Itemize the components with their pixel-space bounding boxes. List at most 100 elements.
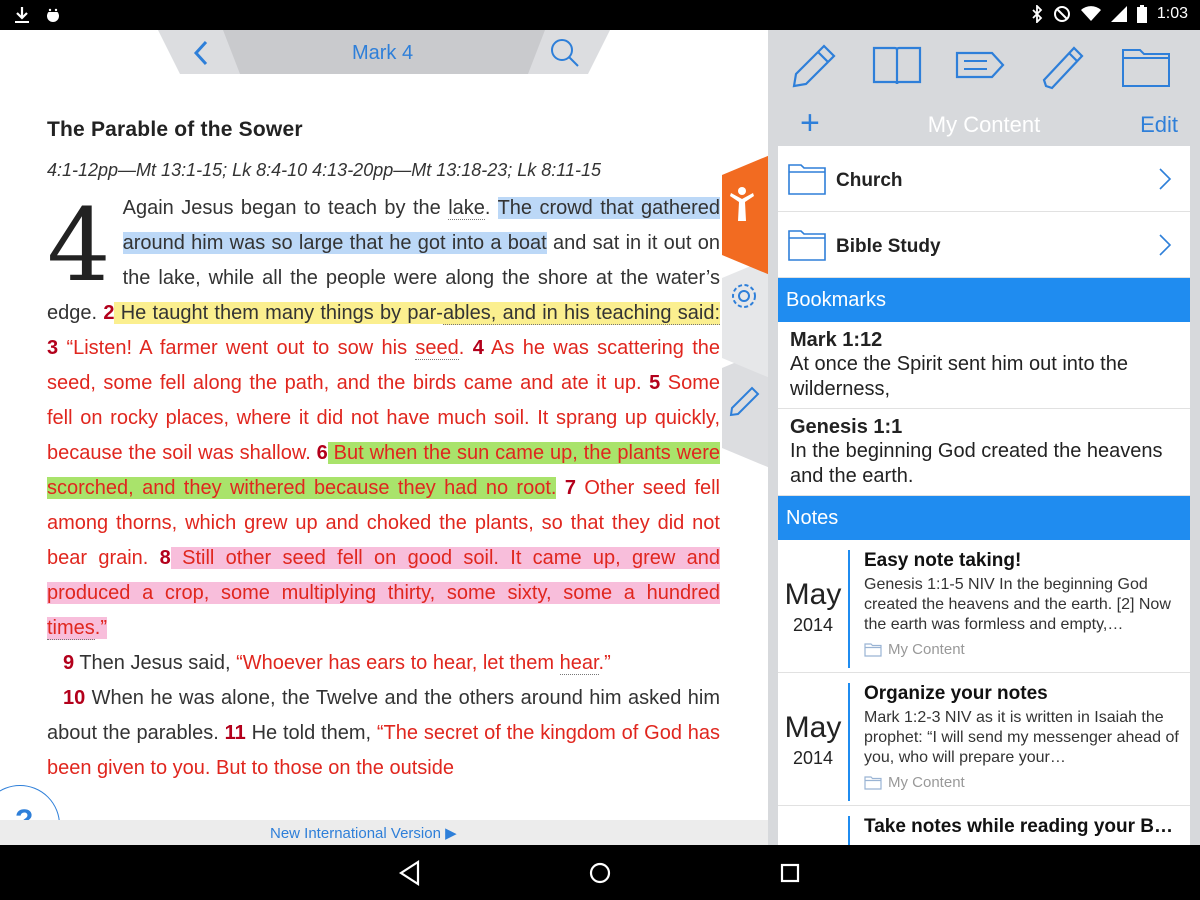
note-month: May — [784, 578, 842, 611]
bookmark-row[interactable]: Mark 1:12 At once the Spirit sent him ou… — [778, 322, 1190, 409]
pencil-icon[interactable] — [788, 40, 840, 90]
edit-button[interactable]: Edit — [1140, 112, 1178, 138]
section-heading: The Parable of the Sower — [47, 118, 303, 141]
verse-paragraph: 9 Then Jesus said, “Whoever has ears to … — [47, 646, 720, 681]
settings-tab[interactable] — [722, 258, 768, 378]
word-link[interactable]: lake — [448, 197, 485, 220]
panel-title: My Content — [927, 112, 1041, 137]
note-excerpt: Genesis 1:1-5 NIV In the beginning God c… — [864, 576, 1171, 633]
search-icon[interactable] — [548, 36, 582, 70]
verse-number[interactable]: 11 — [225, 722, 246, 744]
content-list: Church Bible Study Bookmarks Mark 1:12 A… — [778, 146, 1190, 845]
verse-number[interactable]: 10 — [63, 687, 85, 709]
status-bar: 1:03 — [0, 0, 1200, 30]
my-content-panel: + My Content Edit Church Bible Study Boo… — [768, 30, 1200, 845]
words-of-christ: . — [458, 337, 473, 359]
note-folder: My Content — [864, 774, 1184, 791]
word-link[interactable]: hear — [559, 652, 599, 675]
folder-icon — [864, 642, 882, 657]
recents-icon[interactable] — [776, 859, 804, 887]
note-row[interactable]: May 2014 Organize your notes Mark 1:2-3 … — [778, 673, 1190, 806]
book-icon[interactable] — [871, 40, 923, 90]
verse-number[interactable]: 8 — [160, 547, 171, 569]
folder-icon — [788, 230, 826, 261]
version-bar: New International Version ▶ — [0, 820, 768, 845]
signal-icon — [1110, 6, 1127, 22]
back-icon[interactable] — [396, 859, 424, 887]
parallel-references: 4:1-12pp—Mt 13:1-15; Lk 8:4-10 4:13-20pp… — [47, 160, 602, 180]
folder-label: Bible Study — [836, 236, 941, 257]
chapter-number: 4 — [47, 187, 111, 304]
home-icon[interactable] — [586, 859, 614, 887]
folder-icon — [864, 775, 882, 790]
bookmark-text: At once the Spirit sent him out into the… — [790, 353, 1128, 400]
do-not-disturb-icon — [1053, 6, 1070, 22]
note-divider — [848, 550, 850, 668]
note-row[interactable]: Take notes while reading your B… — [778, 806, 1190, 845]
note-divider — [848, 816, 850, 845]
note-folder: My Content — [864, 641, 1184, 658]
navigation-bar — [0, 845, 1200, 900]
note-folder-label: My Content — [888, 641, 965, 658]
note-year: 2014 — [792, 615, 834, 635]
verse-number[interactable]: 6 — [317, 442, 328, 464]
highlight-pink[interactable]: .” — [94, 617, 108, 639]
reference-title[interactable]: Mark 4 — [300, 42, 465, 65]
folder-label: Church — [836, 170, 903, 191]
reading-tab[interactable] — [722, 155, 768, 275]
highlight-yellow[interactable]: ables, and in his teaching said: — [442, 302, 721, 325]
folder-icon[interactable] — [1120, 40, 1172, 90]
chevron-left-icon[interactable] — [188, 38, 216, 68]
folder-row-bible-study[interactable]: Bible Study — [778, 212, 1190, 278]
word-link[interactable]: seed — [415, 337, 459, 360]
highlighter-icon[interactable] — [1038, 40, 1090, 90]
folder-icon — [788, 164, 826, 195]
passage: The Parable of the Sower 4:1-12pp—Mt 13:… — [47, 118, 721, 786]
bluetooth-icon — [1032, 5, 1043, 23]
notes-header: Notes — [778, 496, 1190, 540]
bookmark-text: In the beginning God created the heavens… — [790, 440, 1163, 487]
version-link[interactable]: New International Version ▶ — [270, 824, 457, 842]
wifi-icon — [1080, 6, 1101, 21]
verse-number[interactable]: 5 — [649, 372, 660, 394]
words-of-christ: “Whoever has ears to hear, let them — [236, 652, 560, 674]
clock: 1:03 — [1156, 5, 1188, 22]
verse-paragraph: 4 Again Jesus began to teach by the lake.… — [47, 187, 721, 646]
verse-paragraph: 10 When he was alone, the Twelve and the… — [47, 681, 720, 786]
words-of-christ: “Listen! A farmer went out to sow his — [58, 337, 416, 359]
verse-text: Then Jesus said, — [74, 652, 237, 674]
panel-header: + My Content Edit — [778, 100, 1190, 146]
note-folder-label: My Content — [888, 774, 965, 791]
note-row[interactable]: May 2014 Easy note taking! Genesis 1:1-5… — [778, 540, 1190, 673]
note-date: May 2014 — [778, 711, 848, 771]
verse-number[interactable]: 2 — [103, 302, 114, 324]
note-date: May 2014 — [778, 578, 848, 638]
note-title: Take notes while reading your B… — [864, 816, 1173, 837]
highlight-yellow[interactable]: He taught them many things by par- — [114, 302, 443, 324]
reader-pane: Mark 4 The Parable of the Sower 4:1-12pp… — [0, 30, 768, 845]
battery-icon — [1136, 5, 1147, 23]
verse-number[interactable]: 4 — [473, 337, 484, 359]
verse-text: Again Jesus began to teach by the — [122, 197, 449, 219]
bookmark-reference: Mark 1:12 — [790, 329, 883, 351]
note-title: Organize your notes — [864, 683, 1048, 704]
note-month: May — [784, 711, 842, 744]
android-debug-icon — [47, 8, 59, 22]
note-year: 2014 — [792, 748, 834, 768]
bookmarks-header: Bookmarks — [778, 278, 1190, 322]
verse-text: . — [484, 197, 498, 219]
panel-toolbar — [768, 30, 1200, 98]
verse-number[interactable]: 7 — [565, 477, 576, 499]
verse-number[interactable]: 3 — [47, 337, 58, 359]
word-link[interactable]: times — [47, 617, 95, 640]
note-divider — [848, 683, 850, 801]
chevron-right-icon — [1159, 168, 1172, 190]
bookmark-row[interactable]: Genesis 1:1 In the beginning God created… — [778, 409, 1190, 496]
note-title: Easy note taking! — [864, 550, 1022, 571]
folder-row-church[interactable]: Church — [778, 146, 1190, 212]
download-icon — [15, 7, 29, 23]
words-of-christ: .” — [598, 652, 611, 674]
words-of-christ — [556, 477, 564, 499]
verse-number[interactable]: 9 — [63, 652, 74, 674]
tag-icon[interactable] — [954, 40, 1006, 90]
